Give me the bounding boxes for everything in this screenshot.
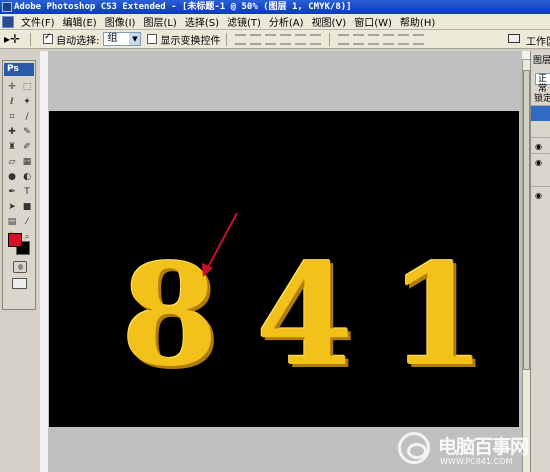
align-right-icon[interactable] xyxy=(310,33,322,45)
menu-select[interactable]: 选择(S) xyxy=(181,14,223,29)
distribute-top-icon[interactable] xyxy=(338,33,350,45)
menu-help[interactable]: 帮助(H) xyxy=(396,14,439,29)
divider xyxy=(329,32,331,46)
options-bar: ▸✛ 自动选择: 组 ▼ 显示变换控件 工作区 xyxy=(0,30,550,49)
layer-row[interactable] xyxy=(531,105,550,121)
distribute-vcenter-icon[interactable] xyxy=(353,33,365,45)
blur-tool-icon[interactable]: ● xyxy=(5,171,19,184)
digit-one: 1 xyxy=(389,234,487,398)
ps-menu-icon[interactable] xyxy=(2,15,14,28)
type-tool-icon[interactable]: T xyxy=(20,186,34,199)
watermark-url: WWW.PC841.COM xyxy=(440,457,513,466)
menu-window[interactable]: 窗口(W) xyxy=(350,14,396,29)
distribute-bottom-icon[interactable] xyxy=(368,33,380,45)
menu-bar: 文件(F) 编辑(E) 图像(I) 图层(L) 选择(S) 滤镜(T) 分析(A… xyxy=(0,14,550,30)
align-left-icon[interactable] xyxy=(280,33,292,45)
title-bar: Adobe Photoshop CS3 Extended - [未标题-1 @ … xyxy=(0,0,550,14)
rect-marquee-tool-icon[interactable]: ⬚ xyxy=(20,81,34,94)
align-top-icon[interactable] xyxy=(235,33,247,45)
path-select-tool-icon[interactable]: ➤ xyxy=(5,201,19,214)
layer-row[interactable]: ◉ xyxy=(531,186,550,202)
watermark: 电脑百事网 WWW.PC841.COM xyxy=(398,430,548,470)
digit-text-layer: 8 4 1 xyxy=(49,111,519,427)
shape-tool-icon[interactable]: ■ xyxy=(20,201,34,214)
history-brush-tool-icon[interactable]: ✐ xyxy=(20,141,34,154)
layer-row[interactable]: ◉ xyxy=(531,137,550,153)
align-bottom-icon[interactable] xyxy=(265,33,277,45)
layers-panel: 图层 正常 锁定 ◉ ◉ ◉ xyxy=(530,51,550,472)
auto-select-label: 自动选择: xyxy=(56,35,100,47)
watermark-name: 电脑百事网 xyxy=(438,436,529,458)
eyedropper-tool-icon[interactable]: ⁄ xyxy=(20,216,34,229)
move-tool-icon[interactable]: ▸✛ xyxy=(4,32,20,46)
layers-tab[interactable]: 图层 xyxy=(533,53,550,66)
show-transform-label: 显示变换控件 xyxy=(160,35,221,47)
distribute-left-icon[interactable] xyxy=(383,33,395,45)
photoshop-app-icon xyxy=(2,2,12,12)
align-hcenter-icon[interactable] xyxy=(295,33,307,45)
crop-tool-icon[interactable]: ⌗ xyxy=(5,111,19,124)
lock-label: 锁定 xyxy=(534,94,550,104)
workspace-switcher[interactable]: 工作区 xyxy=(492,32,550,48)
eraser-tool-icon[interactable]: ▱ xyxy=(5,156,19,169)
menu-analysis[interactable]: 分析(A) xyxy=(265,14,308,29)
notes-tool-icon[interactable]: ▤ xyxy=(5,216,19,229)
canvas[interactable]: 8 4 1 xyxy=(49,111,519,427)
menu-view[interactable]: 视图(V) xyxy=(308,14,351,29)
window-title: Adobe Photoshop CS3 Extended - [未标题-1 @ … xyxy=(14,2,352,12)
menu-edit[interactable]: 编辑(E) xyxy=(59,14,101,29)
divider xyxy=(30,32,32,46)
workspace-label: 工作区 xyxy=(526,37,550,48)
blend-mode-dropdown[interactable]: 正常 xyxy=(535,73,550,94)
screen-mode-icon[interactable] xyxy=(12,278,27,289)
digit-four: 4 xyxy=(256,234,354,398)
annotation-arrow xyxy=(202,212,238,277)
menu-image[interactable]: 图像(I) xyxy=(101,14,140,29)
eye-icon[interactable]: ◉ xyxy=(535,191,542,200)
vertical-scrollbar[interactable] xyxy=(522,60,530,472)
menu-layer[interactable]: 图层(L) xyxy=(139,14,180,29)
clone-stamp-tool-icon[interactable]: ♜ xyxy=(5,141,19,154)
healing-tool-icon[interactable]: ✚ xyxy=(5,126,19,139)
distribute-hcenter-icon[interactable] xyxy=(398,33,410,45)
pc841-logo-icon xyxy=(398,432,430,464)
layer-row[interactable]: ◉ xyxy=(531,153,550,169)
document-icon xyxy=(508,34,520,43)
eye-icon[interactable]: ◉ xyxy=(535,142,542,151)
ps-logo: Ps xyxy=(4,63,34,76)
divider xyxy=(226,32,228,46)
magic-wand-tool-icon[interactable]: ✦ xyxy=(20,96,34,109)
eye-icon[interactable]: ◉ xyxy=(535,158,542,167)
slice-tool-icon[interactable]: ∕ xyxy=(20,111,34,124)
auto-select-checkbox[interactable] xyxy=(43,32,54,44)
document-workspace: 8 4 1 xyxy=(48,51,522,472)
auto-select-target-value: 组 xyxy=(107,33,118,44)
tool-grid: ✛ ⬚ ℓ ✦ ⌗ ∕ ✚ ✎ ♜ ✐ ▱ ▦ ● ◐ ✒ T ➤ ■ ▤ ⁄ … xyxy=(5,81,35,244)
move-tool-icon[interactable]: ✛ xyxy=(5,81,19,94)
chevron-down-icon: ▼ xyxy=(129,33,141,45)
menu-file[interactable]: 文件(F) xyxy=(17,14,59,29)
scrollbar-thumb[interactable] xyxy=(523,70,530,370)
brush-tool-icon[interactable]: ✎ xyxy=(20,126,34,139)
lasso-tool-icon[interactable]: ℓ xyxy=(5,96,19,109)
distribute-right-icon[interactable] xyxy=(413,33,425,45)
quick-mask-icon[interactable] xyxy=(13,261,27,273)
show-transform-checkbox[interactable] xyxy=(147,34,158,44)
align-vcenter-icon[interactable] xyxy=(250,33,262,45)
auto-select-target-dropdown[interactable]: 组 ▼ xyxy=(103,32,142,46)
foreground-color-swatch[interactable] xyxy=(8,233,22,247)
menu-filter[interactable]: 滤镜(T) xyxy=(223,14,265,29)
pen-tool-icon[interactable]: ✒ xyxy=(5,186,19,199)
dodge-tool-icon[interactable]: ◐ xyxy=(20,171,34,184)
tools-panel: Ps ✛ ⬚ ℓ ✦ ⌗ ∕ ✚ ✎ ♜ ✐ ▱ ▦ ● ◐ ✒ T ➤ ■ ▤… xyxy=(2,60,36,310)
gradient-tool-icon[interactable]: ▦ xyxy=(20,156,34,169)
